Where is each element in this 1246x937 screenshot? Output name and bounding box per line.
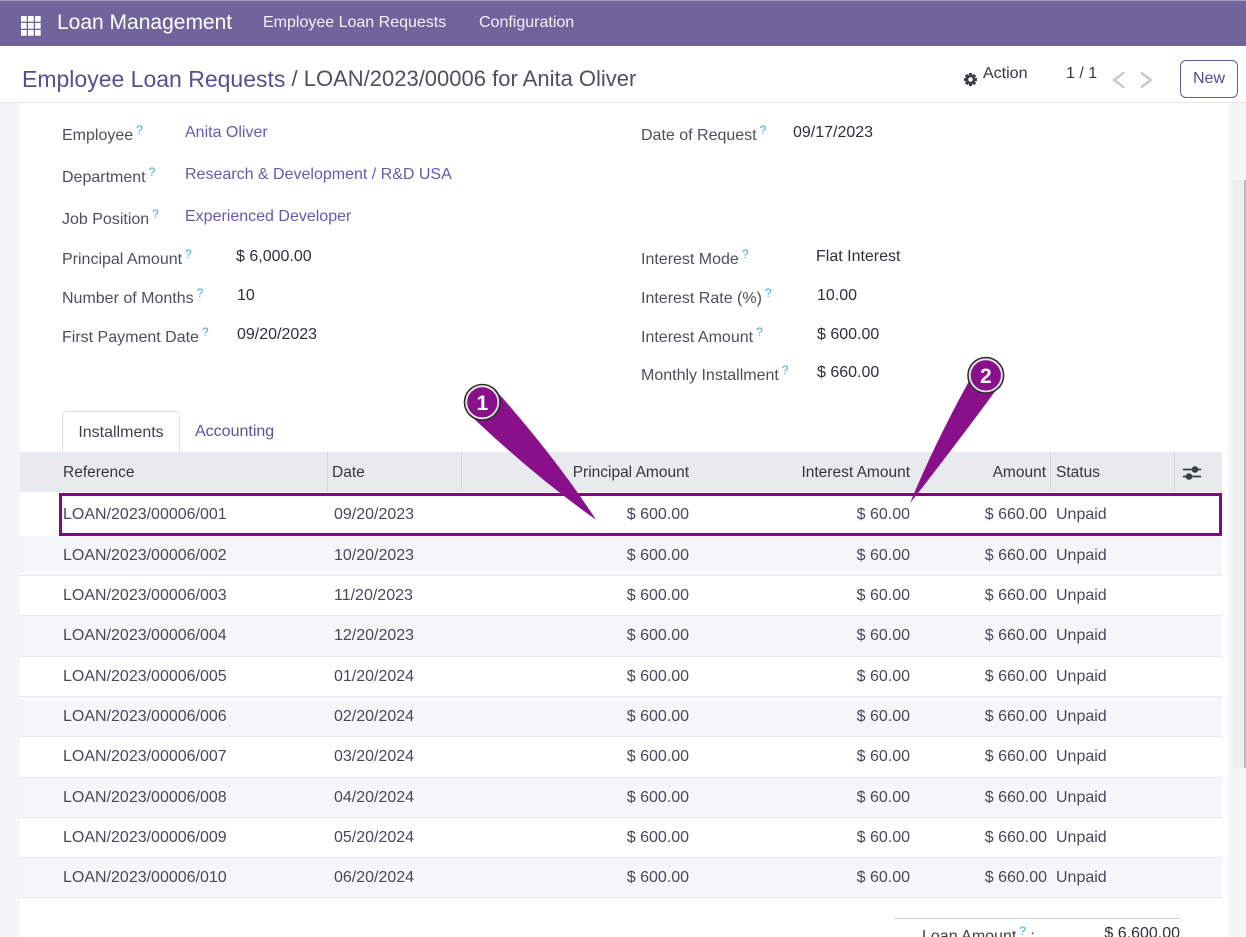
svg-text:2: 2 bbox=[980, 365, 992, 388]
svg-text:1: 1 bbox=[476, 392, 488, 415]
